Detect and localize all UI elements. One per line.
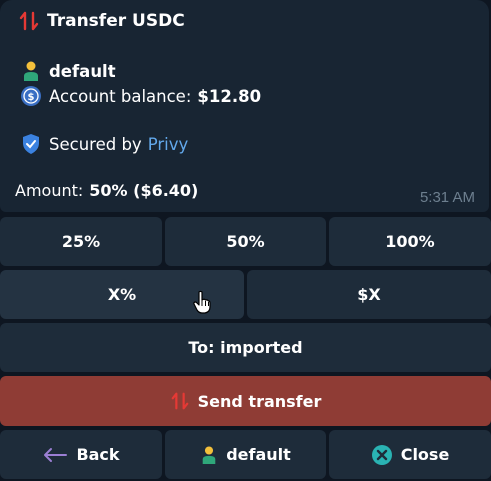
privy-link[interactable]: Privy xyxy=(148,135,189,154)
pct-100-label: 100% xyxy=(385,232,435,251)
wallet-button[interactable]: default xyxy=(165,430,326,479)
message-timestamp: 5:31 AM xyxy=(419,189,475,206)
pct-25-button[interactable]: 25% xyxy=(0,217,162,266)
back-arrow-icon xyxy=(42,447,68,463)
usdc-coin-icon: $ xyxy=(20,85,42,107)
custom-percent-label: X% xyxy=(107,285,137,304)
message-title-row: Transfer USDC xyxy=(18,10,185,32)
send-transfer-label: Send transfer xyxy=(197,391,322,411)
shield-icon xyxy=(20,133,42,155)
close-icon xyxy=(371,444,393,466)
amount-label: Amount: xyxy=(15,181,84,200)
svg-text:$: $ xyxy=(28,92,35,103)
transfer-arrows-icon xyxy=(170,390,190,412)
user-icon xyxy=(20,60,42,82)
back-button[interactable]: Back xyxy=(0,430,162,479)
amount-row: Amount: 50% ($6.40) xyxy=(15,181,198,200)
transfer-message: Transfer USDC default $ Account balance:… xyxy=(0,0,489,212)
message-title: Transfer USDC xyxy=(47,11,185,31)
back-label: Back xyxy=(76,445,120,464)
close-label: Close xyxy=(400,445,450,464)
wallet-row: default xyxy=(20,60,116,82)
transfer-arrows-icon xyxy=(18,10,40,32)
amount-value: 50% ($6.40) xyxy=(89,181,199,200)
secured-prefix: Secured by xyxy=(49,134,142,154)
balance-label: Account balance: xyxy=(49,86,192,106)
user-icon xyxy=(200,445,218,465)
balance-value: $12.80 xyxy=(197,86,262,106)
custom-amount-label: $X xyxy=(357,285,381,304)
wallet-button-label: default xyxy=(226,445,291,464)
hand-cursor-icon xyxy=(193,290,211,318)
recipient-button[interactable]: To: imported xyxy=(0,323,491,372)
pct-25-label: 25% xyxy=(61,232,101,251)
pct-50-label: 50% xyxy=(226,232,265,251)
pct-50-button[interactable]: 50% xyxy=(165,217,326,266)
recipient-label: To: imported xyxy=(188,338,303,357)
wallet-name: default xyxy=(49,61,116,81)
custom-amount-button[interactable]: $X xyxy=(247,270,491,319)
close-button[interactable]: Close xyxy=(329,430,491,479)
secured-row: Secured by Privy xyxy=(20,133,188,155)
pct-100-button[interactable]: 100% xyxy=(329,217,491,266)
send-transfer-button[interactable]: Send transfer xyxy=(0,376,491,426)
balance-row: $ Account balance: $12.80 xyxy=(20,85,261,107)
